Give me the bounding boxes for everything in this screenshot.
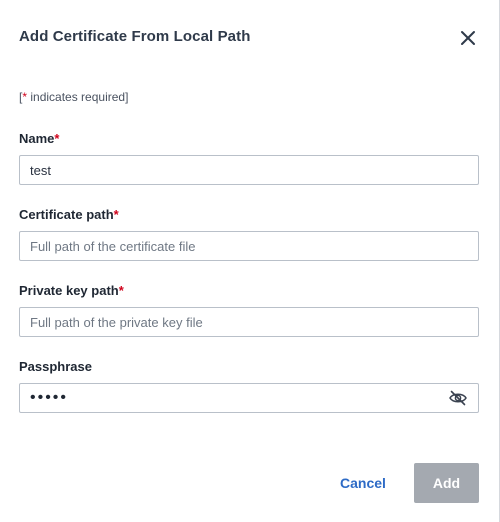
required-note-suffix: indicates required] xyxy=(27,90,129,104)
cancel-button[interactable]: Cancel xyxy=(330,463,396,503)
name-required-mark: * xyxy=(54,131,60,146)
name-input[interactable] xyxy=(19,155,479,185)
required-note: [* indicates required] xyxy=(19,90,128,104)
dialog-title: Add Certificate From Local Path xyxy=(19,28,251,45)
close-icon[interactable] xyxy=(459,29,477,47)
name-label: Name* xyxy=(19,131,59,146)
private-key-path-label-text: Private key path xyxy=(19,283,119,298)
passphrase-label: Passphrase xyxy=(19,359,92,374)
name-label-text: Name xyxy=(19,131,55,146)
certificate-path-label: Certificate path* xyxy=(19,207,119,222)
private-key-path-required-mark: * xyxy=(118,283,124,298)
add-certificate-dialog: Add Certificate From Local Path [* indic… xyxy=(0,0,500,522)
private-key-path-input[interactable] xyxy=(19,307,479,337)
certificate-path-required-mark: * xyxy=(113,207,119,222)
passphrase-input[interactable] xyxy=(19,383,479,413)
add-button[interactable]: Add xyxy=(414,463,479,503)
certificate-path-label-text: Certificate path xyxy=(19,207,114,222)
eye-slash-icon[interactable] xyxy=(448,388,468,408)
certificate-path-input[interactable] xyxy=(19,231,479,261)
private-key-path-label: Private key path* xyxy=(19,283,124,298)
